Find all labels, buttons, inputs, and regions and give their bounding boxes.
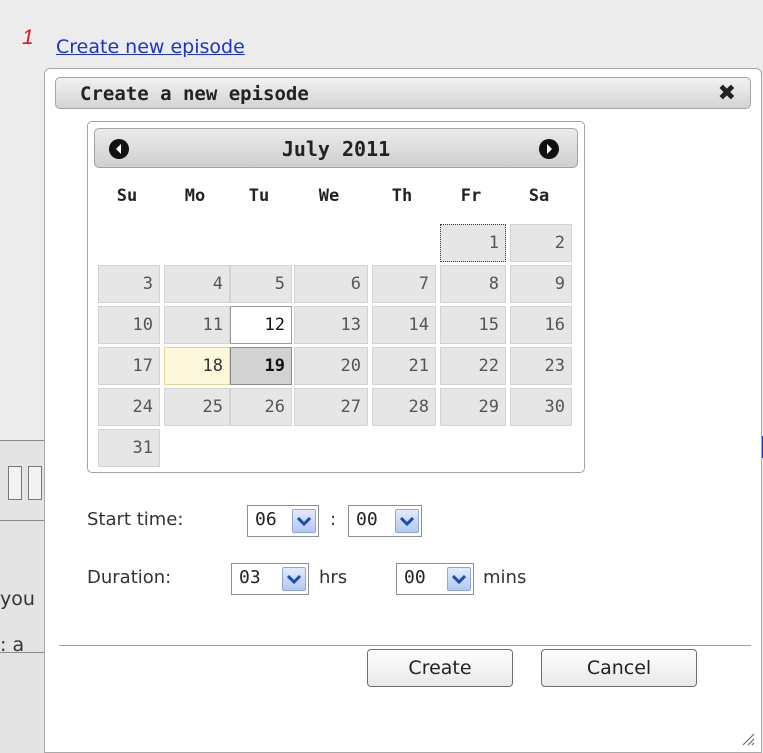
duration-label: Duration: bbox=[87, 567, 172, 588]
day-cell[interactable]: 21 bbox=[372, 347, 436, 385]
circle-right-arrow-icon[interactable] bbox=[539, 139, 559, 159]
weekday-header: Mo bbox=[184, 186, 206, 206]
day-cell[interactable]: 1 bbox=[440, 224, 506, 262]
close-icon[interactable]: ✖ bbox=[718, 81, 736, 106]
background-text: : a bbox=[0, 634, 25, 656]
day-cell[interactable]: 30 bbox=[510, 388, 572, 426]
day-cell[interactable]: 16 bbox=[510, 306, 572, 344]
duration-minutes-value: 00 bbox=[404, 567, 426, 588]
cancel-button[interactable]: Cancel bbox=[541, 649, 697, 687]
day-cell[interactable]: 11 bbox=[164, 306, 230, 344]
chevron-down-icon[interactable] bbox=[447, 567, 471, 591]
hours-unit-label: hrs bbox=[319, 567, 348, 588]
start-minute-value: 00 bbox=[356, 509, 378, 530]
day-cell[interactable]: 29 bbox=[440, 388, 506, 426]
background-text: you bbox=[0, 588, 35, 610]
duration-hours-value: 03 bbox=[239, 567, 261, 588]
background-box bbox=[8, 466, 22, 500]
day-cell[interactable]: 25 bbox=[164, 388, 230, 426]
weekday-header: Th bbox=[391, 186, 413, 206]
background-divider bbox=[0, 520, 46, 521]
day-cell[interactable]: 4 bbox=[164, 265, 230, 303]
create-new-episode-link[interactable]: Create new episode bbox=[56, 36, 245, 58]
day-cell[interactable]: 15 bbox=[440, 306, 506, 344]
weekday-header: Su bbox=[116, 186, 138, 206]
day-cell[interactable]: 19 bbox=[230, 347, 292, 385]
dialog-titlebar[interactable]: Create a new episode ✖ bbox=[55, 77, 751, 109]
day-cell[interactable]: 8 bbox=[440, 265, 506, 303]
create-button[interactable]: Create bbox=[367, 649, 513, 687]
weekday-header: Tu bbox=[248, 186, 270, 206]
day-cell[interactable]: 26 bbox=[230, 388, 292, 426]
day-cell[interactable]: 17 bbox=[98, 347, 160, 385]
day-cell[interactable]: 20 bbox=[294, 347, 368, 385]
minutes-unit-label: mins bbox=[483, 567, 527, 588]
start-hour-select[interactable]: 06 bbox=[247, 505, 319, 537]
annotation-marker: 1 bbox=[22, 26, 34, 49]
datepicker-header: July 2011 bbox=[94, 128, 578, 168]
day-cell[interactable]: 14 bbox=[372, 306, 436, 344]
start-hour-value: 06 bbox=[255, 509, 277, 530]
day-cell[interactable]: 23 bbox=[510, 347, 572, 385]
button-pane-divider bbox=[59, 645, 751, 646]
start-minute-select[interactable]: 00 bbox=[348, 505, 422, 537]
day-cell[interactable]: 22 bbox=[440, 347, 506, 385]
dialog-title: Create a new episode bbox=[80, 83, 309, 105]
day-cell[interactable]: 31 bbox=[98, 429, 160, 467]
day-cell[interactable]: 28 bbox=[372, 388, 436, 426]
day-cell[interactable]: 5 bbox=[230, 265, 292, 303]
day-cell[interactable]: 3 bbox=[98, 265, 160, 303]
day-cell[interactable]: 13 bbox=[294, 306, 368, 344]
day-cell[interactable]: 7 bbox=[372, 265, 436, 303]
day-cell[interactable]: 6 bbox=[294, 265, 368, 303]
background-box bbox=[28, 466, 42, 500]
weekday-header: We bbox=[318, 186, 340, 206]
chevron-down-icon[interactable] bbox=[395, 509, 419, 533]
resize-handle-icon[interactable] bbox=[739, 730, 755, 746]
day-cell[interactable]: 12 bbox=[230, 306, 292, 344]
time-separator: : bbox=[330, 509, 337, 530]
day-cell[interactable]: 2 bbox=[510, 224, 572, 262]
day-cell[interactable]: 18 bbox=[164, 347, 230, 385]
datepicker: July 2011 Su Mo Tu We Th Fr Sa 1 2 3 4 5 6 7 8 9 10 11 12… bbox=[87, 121, 585, 473]
day-cell[interactable]: 9 bbox=[510, 265, 572, 303]
weekday-header: Fr bbox=[460, 186, 482, 206]
chevron-down-icon[interactable] bbox=[292, 509, 316, 533]
chevron-down-icon[interactable] bbox=[282, 567, 306, 591]
start-time-label: Start time: bbox=[87, 509, 184, 530]
weekday-header: Sa bbox=[528, 186, 550, 206]
create-episode-dialog: Create a new episode ✖ July 2011 Su Mo Tu W… bbox=[44, 68, 762, 753]
datepicker-month-title: July 2011 bbox=[281, 137, 391, 161]
duration-minutes-select[interactable]: 00 bbox=[396, 563, 474, 595]
day-cell[interactable]: 10 bbox=[98, 306, 160, 344]
day-cell[interactable]: 27 bbox=[294, 388, 368, 426]
background-divider bbox=[0, 440, 46, 441]
duration-hours-select[interactable]: 03 bbox=[231, 563, 309, 595]
day-cell[interactable]: 24 bbox=[98, 388, 160, 426]
